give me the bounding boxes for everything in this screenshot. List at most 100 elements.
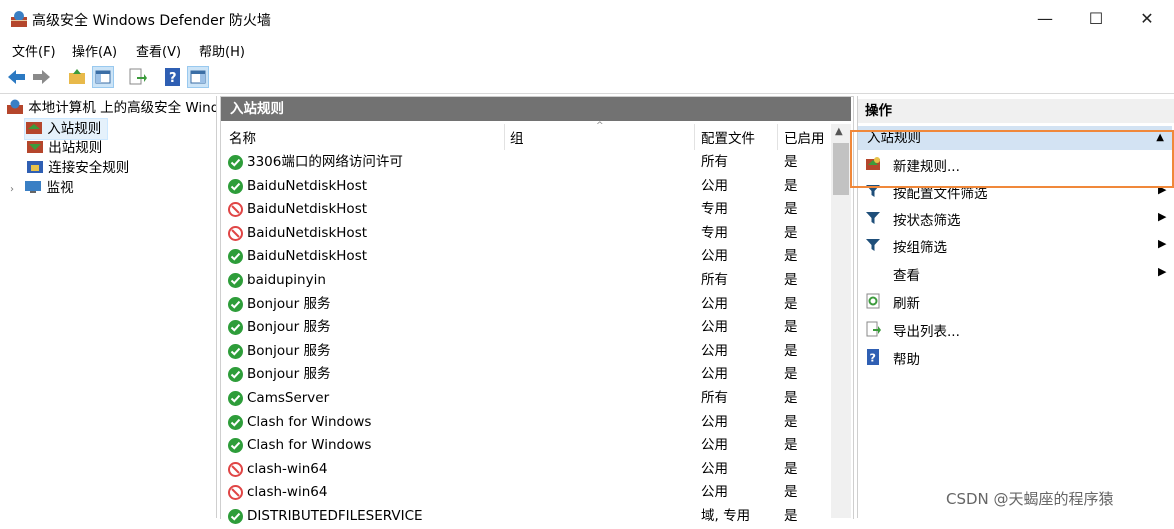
action-item[interactable]: 帮助 [893,348,920,368]
column-separator[interactable] [694,124,695,150]
allow-check-icon [228,296,243,312]
rule-profile: 公用 [701,295,728,312]
table-row[interactable]: 3306端口的网络访问许可 所有 是 [228,151,828,175]
column-group[interactable]: 组 [510,127,524,147]
submenu-arrow-icon[interactable]: ▶ [1158,210,1166,223]
sort-caret-icon: ^ [596,121,604,131]
allow-check-icon [228,438,243,454]
scrollbar-thumb[interactable] [833,143,849,195]
tree-root[interactable]: 本地计算机 上的高级安全 Wind [6,98,216,118]
table-row[interactable]: clash-win64 公用 是 [228,458,828,482]
rule-enabled: 是 [784,460,798,477]
watermark: CSDN @天蝎座的程序猿 [946,490,1114,508]
close-button[interactable]: ✕ [1122,0,1172,38]
rule-profile: 域, 专用 [701,508,751,524]
forward-arrow-icon[interactable] [30,66,52,88]
help-icon[interactable]: ? [162,66,184,88]
rule-name: BaiduNetdiskHost [247,224,368,241]
submenu-arrow-icon[interactable]: ▶ [1158,237,1166,250]
tree-item-monitor[interactable]: › 监视 [10,178,74,198]
filter-icon [865,210,881,226]
allow-check-icon [228,320,243,336]
column-separator[interactable] [504,124,505,150]
back-arrow-icon[interactable] [6,66,28,88]
rules-pane-header: 入站规则 [221,97,851,121]
new-rule-highlight-box [850,130,1174,188]
minimize-button[interactable]: — [1020,0,1070,38]
rule-enabled: 是 [784,154,798,170]
table-row[interactable]: Bonjour 服务 公用 是 [228,316,828,340]
table-row[interactable]: BaiduNetdiskHost 公用 是 [228,175,828,199]
rule-name: BaiduNetdiskHost [247,248,368,265]
rule-profile: 公用 [701,319,728,336]
rule-profile: 公用 [701,484,728,501]
menu-view[interactable]: 查看(V) [136,41,181,60]
filter-icon [865,237,881,253]
allow-check-icon [228,249,243,265]
action-item[interactable]: 刷新 [893,292,920,312]
column-enabled[interactable]: 已启用 [784,127,825,147]
rule-enabled: 是 [784,224,798,241]
submenu-arrow-icon[interactable]: ▶ [1158,265,1166,278]
rule-profile: 专用 [701,201,728,218]
outbound-rules-icon [27,141,43,153]
rule-profile: 公用 [701,413,728,430]
show-hide-tree-button[interactable] [92,66,114,88]
action-item[interactable]: 按组筛选 [893,236,947,256]
table-row[interactable]: DISTRIBUTEDFILESERVICE 域, 专用 是 [228,505,828,529]
menu-file[interactable]: 文件(F) [12,41,56,60]
console-tree: 本地计算机 上的高级安全 Wind 入站规则 出站规则 连接安全规则 › 监视 [0,96,217,518]
column-name[interactable]: 名称 [229,127,256,147]
action-item[interactable]: 按状态筛选 [893,209,961,229]
tree-item-connection-security[interactable]: 连接安全规则 [26,158,129,178]
rule-profile: 所有 [701,154,728,170]
tree-item-inbound[interactable]: 入站规则 [24,118,108,140]
table-row[interactable]: Clash for Windows 公用 是 [228,411,828,435]
rule-enabled: 是 [784,272,798,288]
rule-name: clash-win64 [247,460,328,477]
column-separator[interactable] [777,124,778,150]
table-row[interactable]: CamsServer 所有 是 [228,387,828,411]
rule-name: Clash for Windows [247,437,372,454]
table-row[interactable]: Bonjour 服务 公用 是 [228,363,828,387]
refresh-icon [865,293,881,309]
table-row[interactable]: BaiduNetdiskHost 专用 是 [228,222,828,246]
block-icon [228,461,243,477]
allow-check-icon [228,391,243,406]
table-row[interactable]: BaiduNetdiskHost 专用 是 [228,198,828,222]
tree-item-outbound[interactable]: 出站规则 [26,138,102,158]
table-row[interactable]: baidupinyin 所有 是 [228,269,828,293]
connection-security-icon [27,161,43,173]
table-row[interactable]: Bonjour 服务 公用 是 [228,340,828,364]
column-profile[interactable]: 配置文件 [701,127,755,147]
rule-enabled: 是 [784,366,798,383]
tree-item-label: 出站规则 [48,140,103,156]
folder-up-icon[interactable] [66,66,88,88]
firewall-app-icon [11,11,27,27]
rule-enabled: 是 [784,295,798,312]
table-row[interactable]: Bonjour 服务 公用 是 [228,293,828,317]
table-row[interactable]: Clash for Windows 公用 是 [228,434,828,458]
rule-name: Clash for Windows [247,413,372,430]
rule-enabled: 是 [784,248,798,265]
allow-check-icon [228,367,243,383]
rule-name: CamsServer [247,390,330,406]
table-row[interactable]: clash-win64 公用 是 [228,481,828,505]
rule-profile: 所有 [701,272,728,288]
menu-help[interactable]: 帮助(H) [199,41,245,60]
scroll-up-icon[interactable]: ▲ [835,126,843,137]
tree-item-label: 监视 [46,180,74,196]
rule-profile: 专用 [701,224,728,241]
table-row[interactable]: BaiduNetdiskHost 公用 是 [228,245,828,269]
help-icon: ? [865,349,881,365]
inbound-rules-icon [26,122,42,134]
firewall-icon [7,99,23,114]
action-item[interactable]: 导出列表... [893,320,960,340]
maximize-button[interactable]: ☐ [1071,0,1121,38]
menu-action[interactable]: 操作(A) [72,41,117,60]
expand-chevron-icon[interactable]: › [10,184,14,195]
export-icon[interactable] [126,66,148,88]
action-pane-button[interactable] [187,66,209,88]
allow-check-icon [228,343,243,359]
action-item[interactable]: 查看 [893,264,920,284]
